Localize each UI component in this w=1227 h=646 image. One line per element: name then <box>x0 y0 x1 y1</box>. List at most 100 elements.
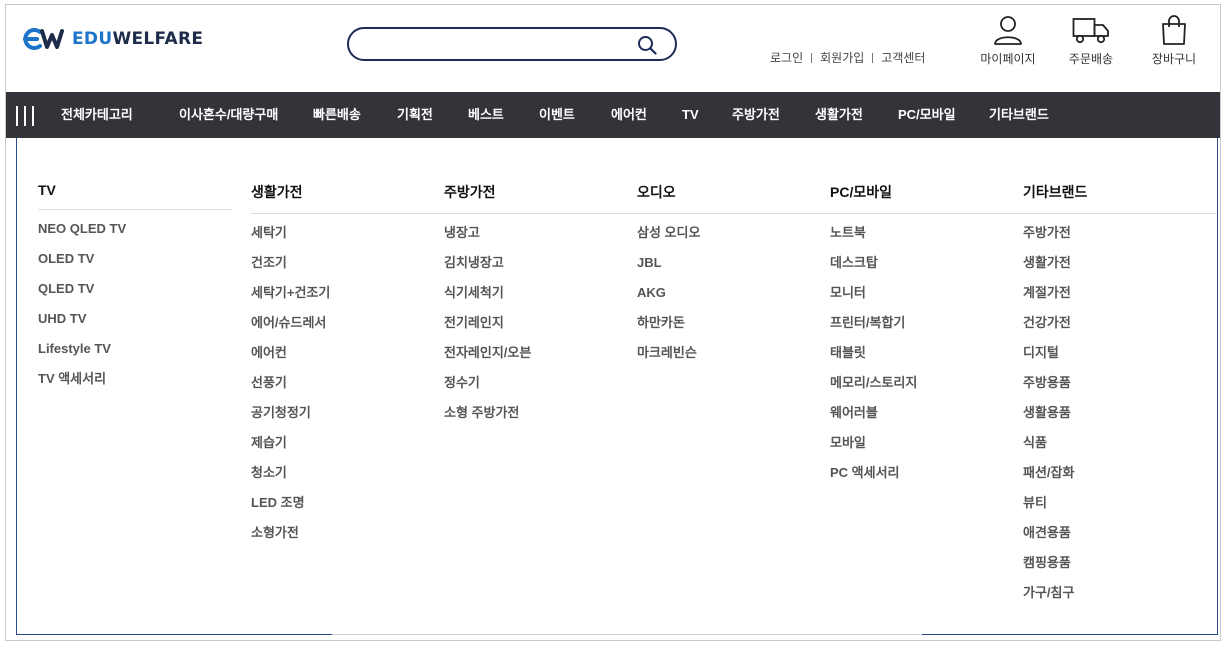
login-link[interactable]: 로그인 <box>770 49 803 66</box>
mega-menu-item[interactable]: 디지털 <box>1023 338 1217 368</box>
order-delivery-button[interactable]: 주문배송 <box>1061 15 1121 67</box>
nav-item-other-brands[interactable]: 기타브랜드 <box>989 92 1049 138</box>
mega-column-title[interactable]: PC/모바일 <box>830 182 1024 214</box>
mega-menu-item[interactable]: 모니터 <box>830 278 1024 308</box>
logo-text: EDUWELFARE <box>72 29 204 49</box>
mega-column-list: 세탁기 건조기 세탁기+건조기 에어/슈드레서 에어컨 선풍기 공기청정기 제습기 청소기 LED… <box>251 218 445 548</box>
mega-menu-item[interactable]: AKG <box>637 278 831 308</box>
mega-menu-item[interactable]: JBL <box>637 248 831 278</box>
mega-menu-item[interactable]: 주방용품 <box>1023 368 1217 398</box>
mega-menu-item[interactable]: 마크레빈슨 <box>637 338 831 368</box>
customer-center-link[interactable]: 고객센터 <box>881 49 925 66</box>
divider <box>811 52 813 63</box>
mega-menu-item[interactable]: 프린터/복합기 <box>830 308 1024 338</box>
nav-all-categories[interactable]: 전체카테고리 <box>61 92 133 138</box>
mega-menu-item[interactable]: OLED TV <box>38 244 232 274</box>
mega-menu-item[interactable]: PC 액세서리 <box>830 458 1024 488</box>
order-delivery-label: 주문배송 <box>1068 52 1114 66</box>
mega-column-other-brands: 기타브랜드주방가전 생활가전 계절가전 건강가전 디지털 주방용품 생활용품 식품 패션/잡화 뷰… <box>1023 182 1217 608</box>
mega-menu-item[interactable]: 캠핑용품 <box>1023 548 1217 578</box>
mega-menu-item[interactable]: 삼성 오디오 <box>637 218 831 248</box>
mega-menu-item[interactable]: 웨어러블 <box>830 398 1024 428</box>
mega-column-title[interactable]: 주방가전 <box>444 182 638 214</box>
mega-menu-item[interactable]: 냉장고 <box>444 218 638 248</box>
mega-column-title[interactable]: 생활가전 <box>251 182 445 214</box>
search-box <box>347 27 677 61</box>
nav-item-living[interactable]: 생활가전 <box>815 92 863 138</box>
mega-menu-item[interactable]: 뷰티 <box>1023 488 1217 518</box>
mypage-button[interactable]: 마이페이지 <box>978 15 1038 67</box>
mega-menu-item[interactable]: 메모리/스토리지 <box>830 368 1024 398</box>
mega-menu-item[interactable]: 에어컨 <box>251 338 445 368</box>
mega-menu-item[interactable]: 하만카돈 <box>637 308 831 338</box>
mega-menu-item[interactable]: 태블릿 <box>830 338 1024 368</box>
mega-menu-item[interactable]: UHD TV <box>38 304 232 334</box>
mega-column-title[interactable]: 기타브랜드 <box>1023 182 1217 214</box>
mega-column-title[interactable]: 오디오 <box>637 182 831 214</box>
mega-menu-item[interactable]: 공기청정기 <box>251 398 445 428</box>
mega-menu-item[interactable]: 제습기 <box>251 428 445 458</box>
mega-menu-item[interactable]: NEO QLED TV <box>38 214 232 244</box>
nav-item-best[interactable]: 베스트 <box>468 92 504 138</box>
mega-menu-item[interactable]: 생활가전 <box>1023 248 1217 278</box>
mega-menu-item[interactable]: LED 조명 <box>251 488 445 518</box>
mega-menu-item[interactable]: 소형가전 <box>251 518 445 548</box>
mega-menu-item[interactable]: 패션/잡화 <box>1023 458 1217 488</box>
mega-menu-item[interactable]: 식품 <box>1023 428 1217 458</box>
mega-menu-item[interactable]: 전기레인지 <box>444 308 638 338</box>
site-header: EDUWELFARE 로그인 회원가입 고객센터 마이페이지 주문배송 장바구니 <box>6 5 1220 93</box>
mega-menu-item[interactable]: 에어/슈드레서 <box>251 308 445 338</box>
mega-menu-item[interactable]: 소형 주방가전 <box>444 398 638 428</box>
divider <box>872 52 874 63</box>
user-icon <box>994 16 1022 45</box>
mega-menu-item[interactable]: QLED TV <box>38 274 232 304</box>
mega-column-audio: 오디오삼성 오디오 JBL AKG 하만카돈 마크레빈슨 <box>637 182 831 368</box>
mega-menu-item[interactable]: 전자레인지/오븐 <box>444 338 638 368</box>
nav-item-fast-delivery[interactable]: 빠른배송 <box>313 92 361 138</box>
mega-menu-item[interactable]: 주방가전 <box>1023 218 1217 248</box>
logo-mark-icon <box>23 28 64 50</box>
mega-column-kitchen: 주방가전냉장고 김치냉장고 식기세척기 전기레인지 전자레인지/오븐 정수기 소형 주방가전 <box>444 182 638 428</box>
mega-menu-item[interactable]: TV 액세서리 <box>38 364 232 394</box>
mega-menu-item[interactable]: 계절가전 <box>1023 278 1217 308</box>
nav-item-aircon[interactable]: 에어컨 <box>611 92 647 138</box>
mega-menu-item[interactable]: 노트북 <box>830 218 1024 248</box>
divider <box>332 634 922 635</box>
cart-button[interactable]: 장바구니 <box>1144 15 1204 67</box>
site-logo[interactable]: EDUWELFARE <box>20 27 203 51</box>
mega-column-list: 삼성 오디오 JBL AKG 하만카돈 마크레빈슨 <box>637 218 831 368</box>
mega-menu-item[interactable]: 정수기 <box>444 368 638 398</box>
mega-menu-item[interactable]: 애견용품 <box>1023 518 1217 548</box>
mega-menu-item[interactable]: 가구/침구 <box>1023 578 1217 608</box>
nav-item-moving-bulk[interactable]: 이사혼수/대량구매 <box>179 92 278 138</box>
nav-item-pc-mobile[interactable]: PC/모바일 <box>898 92 956 138</box>
mega-menu-item[interactable]: Lifestyle TV <box>38 334 232 364</box>
mega-column-list: 노트북 데스크탑 모니터 프린터/복합기 태블릿 메모리/스토리지 웨어러블 모바일 PC 액세… <box>830 218 1024 488</box>
mega-menu-item[interactable]: 세탁기 <box>251 218 445 248</box>
mypage-label: 마이페이지 <box>980 52 1036 66</box>
mega-menu-item[interactable]: 세탁기+건조기 <box>251 278 445 308</box>
mega-menu-item[interactable]: 선풍기 <box>251 368 445 398</box>
mega-menu-item[interactable]: 생활용품 <box>1023 398 1217 428</box>
nav-item-events[interactable]: 이벤트 <box>539 92 575 138</box>
nav-item-kitchen[interactable]: 주방가전 <box>732 92 780 138</box>
mega-menu-item[interactable]: 건조기 <box>251 248 445 278</box>
mega-menu-item[interactable]: 건강가전 <box>1023 308 1217 338</box>
mega-menu-item[interactable]: 식기세척기 <box>444 278 638 308</box>
truck-icon <box>1072 18 1109 44</box>
search-input[interactable] <box>363 33 633 55</box>
mega-menu-item[interactable]: 청소기 <box>251 458 445 488</box>
main-nav: 전체카테고리 이사혼수/대량구매 빠른배송 기획전 베스트 이벤트 에어컨 TV… <box>6 92 1220 138</box>
search-icon[interactable] <box>637 35 657 55</box>
mega-menu-item[interactable]: 데스크탑 <box>830 248 1024 278</box>
signup-link[interactable]: 회원가입 <box>820 49 864 66</box>
nav-item-exhibitions[interactable]: 기획전 <box>397 92 433 138</box>
mega-menu-item[interactable]: 모바일 <box>830 428 1024 458</box>
shopping-bag-icon <box>1162 15 1186 45</box>
mega-column-list: 냉장고 김치냉장고 식기세척기 전기레인지 전자레인지/오븐 정수기 소형 주방가전 <box>444 218 638 428</box>
mega-column-pc-mobile: PC/모바일노트북 데스크탑 모니터 프린터/복합기 태블릿 메모리/스토리지 웨어러블 모바… <box>830 182 1024 488</box>
mega-menu-item[interactable]: 김치냉장고 <box>444 248 638 278</box>
hamburger-menu-icon[interactable] <box>16 106 34 126</box>
nav-item-tv[interactable]: TV <box>682 92 699 138</box>
mega-column-title[interactable]: TV <box>38 182 232 210</box>
